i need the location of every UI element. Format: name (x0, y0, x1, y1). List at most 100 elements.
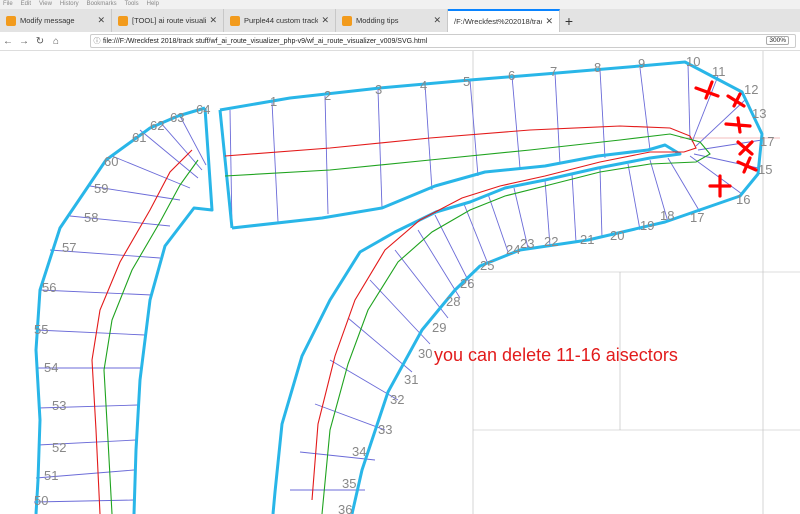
menu-item-edit[interactable]: Edit (21, 0, 31, 9)
sector-line (554, 72, 561, 165)
sector-label: 54 (44, 360, 58, 375)
sector-line (691, 75, 719, 143)
sector-label: 50 (34, 493, 48, 508)
sector-label: 1 (270, 94, 277, 109)
sector-label: 21 (580, 232, 594, 247)
sector-line (599, 69, 606, 159)
sector-line (424, 83, 433, 191)
sector-line (667, 157, 701, 213)
sector-line (39, 289, 153, 296)
sector-line (687, 63, 691, 141)
sector-label: 16 (736, 192, 750, 207)
close-icon[interactable]: ✕ (321, 15, 329, 26)
sector-label: 55 (34, 322, 48, 337)
sector-label: 60 (104, 154, 118, 169)
sector-label: 9 (638, 56, 645, 71)
sector-label: 19 (640, 218, 654, 233)
sector-label: 6 (508, 68, 515, 83)
sector-label: 30 (418, 346, 432, 361)
tab-bar: Modify message✕ [TOOL] ai route visualiz… (0, 9, 800, 32)
sector-label: 26 (460, 276, 474, 291)
sector-label: 36 (338, 502, 352, 514)
sector-label: 29 (432, 320, 446, 335)
sector-label: 3 (375, 82, 382, 97)
sector-label: 4 (420, 78, 427, 93)
sector-line (511, 75, 521, 169)
sector-label: 5 (463, 74, 470, 89)
tab-purple44[interactable]: Purple44 custom track WIP post ...✕ (224, 9, 336, 32)
grid-lines (472, 51, 800, 514)
sector-line (434, 214, 471, 285)
tab-ai-route-visualizer[interactable]: [TOOL] ai route visualizer WIP - ...✕ (112, 9, 224, 32)
nav-bar: ← → ↻ ⌂ ⓘ file:///F:/Wreckfest 2018/trac… (0, 32, 800, 51)
sector-label: 63 (170, 110, 184, 125)
sector-label: 24 (506, 242, 520, 257)
sector-label: 18 (660, 208, 674, 223)
forward-icon[interactable]: → (16, 36, 32, 47)
close-icon[interactable]: ✕ (209, 15, 217, 26)
sector-label: 8 (594, 60, 601, 75)
sector-label: 11 (712, 64, 726, 79)
sector-label: 17 (690, 210, 704, 225)
sector-label: 32 (390, 392, 404, 407)
menu-item-view[interactable]: View (39, 0, 52, 9)
sector-label: 58 (84, 210, 98, 225)
home-icon[interactable]: ⌂ (48, 36, 64, 47)
favicon-icon (118, 15, 128, 26)
sector-label: 17 (760, 134, 774, 149)
back-icon[interactable]: ← (0, 36, 16, 47)
menu-item-tools[interactable]: Tools (125, 0, 139, 9)
sector-line (599, 167, 603, 239)
close-icon[interactable]: ✕ (433, 15, 441, 26)
zoom-level[interactable]: 300% (766, 36, 789, 45)
sector-label: 10 (686, 54, 700, 69)
menu-item-history[interactable]: History (60, 0, 79, 9)
tab-modding-tips[interactable]: Modding tips ✕ (336, 9, 448, 32)
sector-line (571, 173, 577, 243)
sector-label: 64 (196, 102, 210, 117)
sector-label: 2 (324, 88, 331, 103)
sector-line (111, 155, 191, 189)
sector-line (324, 95, 329, 215)
sector-label: 13 (752, 106, 766, 121)
close-icon[interactable]: ✕ (545, 16, 553, 27)
track-canvas: 1 2 3 4 5 6 7 8 9 1011121317151617181920212223242… (33, 51, 800, 514)
menu-item-help[interactable]: Help (147, 0, 159, 9)
menu-item-bookmarks[interactable]: Bookmarks (87, 0, 117, 9)
sector-label: 62 (150, 118, 164, 133)
tab-svg-file[interactable]: /F:/Wreckfest%202018/track%20st...✕ (448, 9, 560, 32)
sector-label: 22 (544, 234, 558, 249)
info-icon: ⓘ (93, 38, 101, 45)
menu-item-file[interactable]: File (3, 0, 13, 9)
route-green (103, 133, 711, 514)
sector-line (689, 155, 743, 195)
favicon-icon (230, 15, 240, 26)
sector-label: 23 (520, 236, 534, 251)
url-text: file:///F:/Wreckfest 2018/track stuff/wf… (103, 37, 428, 45)
sector-label: 59 (94, 181, 108, 196)
url-bar[interactable]: ⓘ file:///F:/Wreckfest 2018/track stuff/… (90, 34, 796, 48)
sector-label: 53 (52, 398, 66, 413)
new-tab-button[interactable]: + (560, 9, 578, 32)
sector-label: 57 (62, 240, 76, 255)
sector-label: 20 (610, 228, 624, 243)
sector-label: 7 (550, 64, 557, 79)
sector-label: 25 (480, 258, 494, 273)
sector-label: 15 (758, 162, 772, 177)
menu-bar: File Edit View History Bookmarks Tools Help (0, 0, 800, 9)
sector-label: 12 (744, 82, 758, 97)
tab-modify-message[interactable]: Modify message ✕ (0, 9, 112, 32)
reload-icon[interactable]: ↻ (32, 36, 48, 47)
sector-label: 33 (378, 422, 392, 437)
sector-line (314, 403, 386, 431)
sector-line (463, 203, 489, 265)
close-icon[interactable]: ✕ (97, 15, 105, 26)
sector-label: 35 (342, 476, 356, 491)
sector-label: 56 (42, 280, 56, 295)
favicon-icon (6, 15, 16, 26)
sector-labels: 1 2 3 4 5 6 7 8 9 1011121317151617181920212223242… (34, 54, 774, 514)
sector-line (33, 499, 135, 503)
sector-line (271, 101, 279, 223)
sector-label: 34 (352, 444, 366, 459)
sector-line (627, 163, 641, 231)
